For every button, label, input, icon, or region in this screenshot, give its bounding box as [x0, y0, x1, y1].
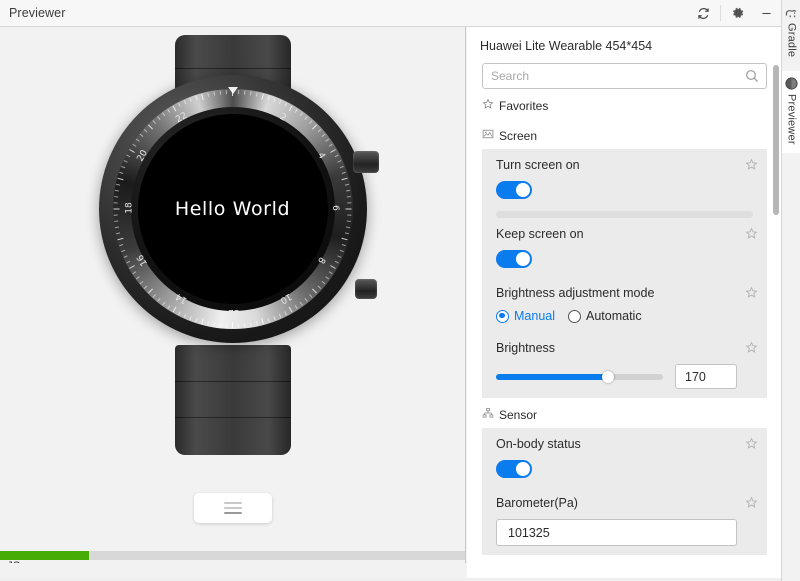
- screen-hello-world-text: Hello World: [174, 198, 291, 220]
- title-bar-tools: [689, 0, 781, 26]
- property-label-keep-screen-on: Keep screen on: [496, 227, 584, 241]
- smartwatch-device: 2 4 6 8 10 12 14 16 18 20 22 Hello World: [83, 35, 383, 455]
- property-label-brightness: Brightness: [496, 341, 556, 355]
- preview-menu-button[interactable]: [193, 493, 272, 523]
- watch-crown-button[interactable]: [352, 151, 379, 173]
- group-label-screen: Screen: [499, 128, 538, 143]
- section-screen: Turn screen on Keep screen on Brightness…: [482, 149, 767, 398]
- watch-side-button[interactable]: [354, 279, 377, 299]
- property-keep-screen-on: Keep screen on: [482, 218, 767, 277]
- previewer-globe-icon: [785, 77, 798, 90]
- property-label-brightness-adjustment-mode: Brightness adjustment mode: [496, 286, 655, 300]
- refresh-button[interactable]: [689, 0, 718, 27]
- panel-scrollbar[interactable]: [773, 65, 779, 215]
- favorite-star-brightness-mode[interactable]: [745, 286, 758, 304]
- radio-group-brightness-mode: Manual Automatic: [496, 309, 737, 323]
- group-label-favorites: Favorites: [499, 98, 549, 113]
- favorite-star-on-body-status[interactable]: [745, 437, 758, 455]
- favorite-star-keep-screen-on[interactable]: [745, 227, 758, 245]
- toolbar-separator: [720, 5, 721, 21]
- section-sensor: On-body status Barometer(Pa) 101325: [482, 428, 767, 555]
- gradle-elephant-icon: [785, 9, 797, 18]
- settings-button[interactable]: [723, 0, 752, 27]
- property-brightness-adjustment-mode: Brightness adjustment mode Manual Automa…: [482, 277, 767, 332]
- property-brightness: Brightness 170: [482, 332, 767, 398]
- toggle-turn-screen-on[interactable]: [496, 181, 532, 199]
- toggle-on-body-status[interactable]: [496, 460, 532, 478]
- search-icon: [744, 68, 760, 89]
- property-label-turn-screen-on: Turn screen on: [496, 158, 580, 172]
- property-on-body-status: On-body status: [482, 428, 767, 487]
- property-turn-screen-on: Turn screen on: [482, 149, 767, 208]
- property-label-barometer: Barometer(Pa): [496, 496, 578, 510]
- radio-manual[interactable]: Manual: [496, 309, 555, 323]
- radio-automatic[interactable]: Automatic: [568, 309, 642, 323]
- group-header-sensor[interactable]: Sensor: [467, 398, 781, 428]
- radio-label-automatic: Automatic: [586, 309, 642, 323]
- group-header-screen[interactable]: Screen: [467, 119, 781, 149]
- window-title: Previewer: [9, 6, 66, 20]
- title-bar: Previewer: [0, 0, 781, 27]
- bezel-number-18: 18: [124, 202, 135, 214]
- brightness-slider-fill: [496, 373, 608, 380]
- rail-tab-gradle[interactable]: Gradle: [782, 0, 800, 65]
- toggle-keep-screen-on[interactable]: [496, 250, 532, 268]
- group-header-favorites[interactable]: Favorites: [467, 89, 781, 119]
- favorite-star-barometer[interactable]: [745, 496, 758, 514]
- rail-tab-previewer[interactable]: Previewer: [782, 71, 800, 153]
- section-inner-divider: [496, 211, 753, 218]
- favorite-star-brightness[interactable]: [745, 341, 758, 359]
- watch-case: 2 4 6 8 10 12 14 16 18 20 22 Hello World: [98, 75, 367, 343]
- bezel-number-6: 6: [329, 205, 340, 211]
- screen-picture-icon: [482, 128, 494, 143]
- brightness-slider[interactable]: [496, 370, 663, 383]
- bezel-number-12: 12: [227, 307, 239, 317]
- search-input[interactable]: [483, 64, 766, 88]
- previewer-window: Previewer Gradle Previewer 2 4 6 8 10 12…: [0, 0, 800, 581]
- sensor-hierarchy-icon: [482, 407, 494, 422]
- property-barometer: Barometer(Pa) 101325: [482, 487, 767, 555]
- search-area: [467, 63, 781, 89]
- rail-tab-previewer-label: Previewer: [785, 94, 798, 145]
- tool-window-rail: Gradle Previewer: [781, 0, 800, 581]
- property-label-on-body-status: On-body status: [496, 437, 581, 451]
- watch-strap-bottom: [174, 345, 291, 455]
- memory-progress-fill: [0, 551, 89, 560]
- brightness-slider-handle[interactable]: [601, 370, 614, 383]
- watch-screen[interactable]: Hello World: [137, 114, 328, 304]
- brightness-slider-row: 170: [496, 364, 737, 389]
- radio-label-manual: Manual: [514, 309, 555, 323]
- group-label-sensor: Sensor: [499, 407, 538, 422]
- property-panel: Huawei Lite Wearable 454*454 Favorites: [467, 27, 781, 581]
- bezel-triangle-marker: [227, 87, 238, 94]
- favorite-star-turn-screen-on[interactable]: [745, 158, 758, 176]
- barometer-input[interactable]: 101325: [496, 519, 737, 546]
- search-box[interactable]: [482, 63, 767, 89]
- hamburger-icon: [223, 499, 242, 517]
- memory-progress-bar: [0, 551, 465, 560]
- panel-title: Huawei Lite Wearable 454*454: [480, 39, 653, 53]
- radio-dot-manual: [496, 309, 509, 323]
- rail-tab-gradle-label: Gradle: [785, 23, 798, 58]
- brightness-value-input[interactable]: 170: [675, 364, 737, 389]
- radio-dot-automatic: [568, 309, 581, 323]
- device-preview-area: 246810121416182022 Hello World JS memory…: [0, 27, 466, 563]
- minimize-button[interactable]: [752, 0, 781, 27]
- star-outline-icon: [482, 98, 494, 113]
